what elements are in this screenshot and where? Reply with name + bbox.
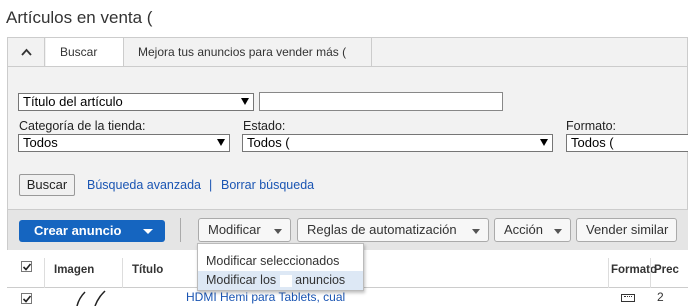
modify-dropdown-menu: Modificar seleccionados Modificar los an… [197,243,364,291]
dropdown-arrow-icon [241,98,249,105]
advanced-search-link[interactable]: Búsqueda avanzada [87,178,201,192]
format-select[interactable]: Todos ( [566,134,688,152]
modify-button[interactable]: Modificar [198,218,291,242]
search-filters-panel: Título del artículo Categoría de la tien… [7,66,688,210]
item-title-link[interactable]: HDMI Hemi para Tablets, cual [186,290,345,304]
column-title[interactable]: Título [132,264,163,276]
tab-buscar[interactable]: Buscar [46,38,124,67]
title-field-select[interactable]: Título del artículo [18,93,254,111]
tabs-bar: Buscar Mejora tus anuncios para vender m… [7,37,688,88]
column-price[interactable]: Prec [654,264,679,276]
keyword-input[interactable] [259,92,503,111]
toolbar-divider [180,218,181,242]
checkmark-icon [22,263,32,271]
modify-label: Modificar [208,222,261,237]
status-selected: Todos ( [247,135,290,150]
menu-item-modify-all-post: anuncios [295,273,346,287]
fixed-price-icon [621,294,635,302]
caret-down-icon [554,229,562,234]
menu-item-modify-selected[interactable]: Modificar seleccionados [198,252,363,271]
select-all-checkbox[interactable] [21,261,32,272]
action-button[interactable]: Acción [494,218,571,242]
title-field-selected: Título del artículo [23,94,123,109]
clear-search-link[interactable]: Borrar búsqueda [221,178,314,192]
page-title-text: Artículos en venta ( [6,8,153,27]
item-price: 2 [657,290,664,304]
status-label: Estado: [243,119,286,133]
category-selected: Todos [23,135,58,150]
create-listing-button[interactable]: Crear anuncio [19,220,165,242]
tab-mejora-anuncios[interactable]: Mejora tus anuncios para vender más ( [124,38,372,88]
create-listing-label: Crear anuncio [34,223,122,238]
checkmark-icon [22,295,32,303]
row-checkbox[interactable] [21,293,32,304]
automation-rules-label: Reglas de automatización [307,222,457,237]
caret-down-icon [472,229,480,234]
automation-rules-button[interactable]: Reglas de automatización [297,218,489,242]
search-button[interactable]: Buscar [19,174,75,196]
dropdown-arrow-icon [217,139,225,146]
category-select[interactable]: Todos [18,134,230,152]
menu-item-modify-all-pre: Modificar los [206,273,277,287]
collapse-button[interactable] [8,38,45,66]
caret-down-icon [143,229,153,234]
caret-down-icon [274,229,282,234]
format-selected: Todos ( [571,135,614,150]
column-image[interactable]: Imagen [54,264,94,276]
item-thumbnail[interactable] [65,288,115,306]
tab-mejora-label: Mejora tus anuncios para vender más ( [138,45,347,59]
sell-similar-button[interactable]: Vender similar [576,218,677,242]
category-label: Categoría de la tienda: [19,119,146,133]
action-label: Acción [504,222,544,237]
dropdown-arrow-icon [540,139,548,146]
menu-item-modify-all[interactable]: Modificar los anuncios [198,271,363,290]
chevron-up-icon [20,48,32,56]
page-title: Artículos en venta ( [6,8,170,28]
link-separator: | [209,178,213,192]
status-select[interactable]: Todos ( [242,134,553,152]
format-label: Formato: [566,119,617,133]
